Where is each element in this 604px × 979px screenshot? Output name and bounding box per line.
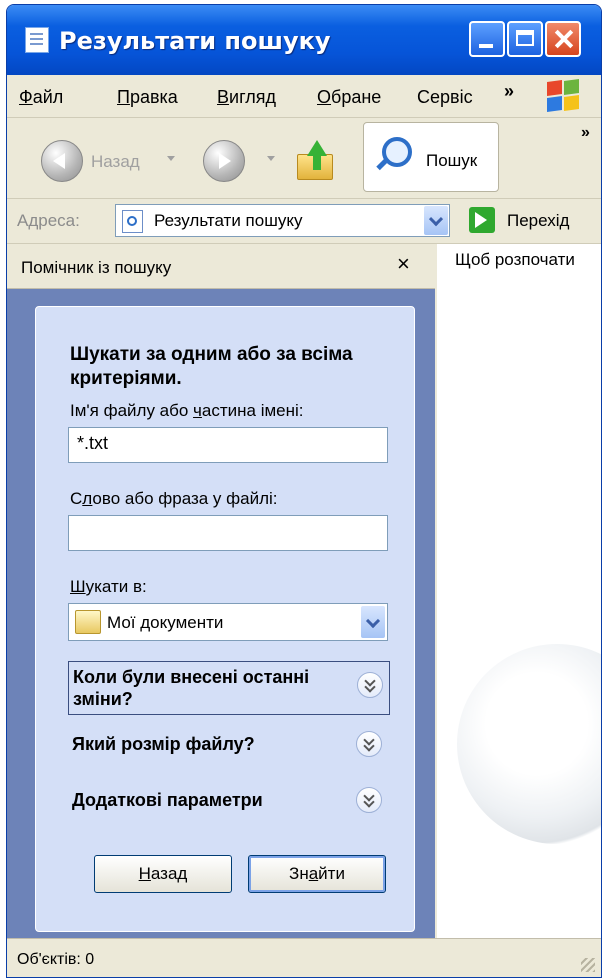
menu-file[interactable]: Файл: [19, 87, 63, 108]
back-arrow-icon[interactable]: [41, 140, 83, 182]
windows-logo-icon: [547, 78, 581, 113]
background-watermark: [457, 644, 601, 844]
expand-chevron-icon[interactable]: [357, 672, 383, 698]
menu-edit[interactable]: Правка: [117, 87, 178, 108]
pane-close-icon[interactable]: ×: [397, 251, 410, 277]
file-size-expander[interactable]: Який розмір файлу?: [68, 725, 390, 779]
maximize-button[interactable]: [507, 21, 543, 57]
search-results-window: Результати пошуку Файл Правка Вигляд Обр…: [6, 4, 602, 978]
address-bar: Адреса: Результати пошуку Перехід: [7, 199, 601, 244]
folder-up-icon[interactable]: [297, 140, 335, 180]
address-field[interactable]: Результати пошуку: [115, 204, 450, 237]
phrase-input[interactable]: [68, 515, 388, 551]
go-arrow-icon[interactable]: [469, 207, 495, 233]
look-in-value: Мої документи: [107, 613, 224, 632]
results-area: Щоб розпочати: [437, 244, 601, 938]
advanced-options-label: Додаткові параметри: [72, 790, 263, 810]
magnifier-icon: [374, 137, 412, 171]
file-size-label: Який розмір файлу?: [72, 734, 255, 754]
expand-chevron-icon[interactable]: [356, 787, 382, 813]
find-button[interactable]: Знайти: [248, 855, 386, 893]
close-button[interactable]: [545, 21, 581, 57]
look-in-label: Шукати в:: [70, 577, 147, 596]
search-criteria-card: Шукати за одним або за всіма критеріями.…: [35, 306, 415, 932]
search-button-label: Пошук: [426, 151, 478, 170]
back-history-dropdown-icon[interactable]: [167, 156, 175, 161]
window-title: Результати пошуку: [59, 27, 331, 55]
search-results-icon: [122, 210, 143, 233]
title-bar[interactable]: Результати пошуку: [7, 5, 601, 75]
search-button[interactable]: Пошук: [363, 122, 499, 192]
date-modified-label: Коли були внесені останні зміни?: [73, 667, 310, 709]
look-in-select[interactable]: Мої документи: [68, 603, 388, 641]
menu-bar: Файл Правка Вигляд Обране Сервіс »: [7, 75, 601, 118]
results-hint: Щоб розпочати: [455, 250, 575, 269]
object-count: Об'єктів: 0: [17, 951, 95, 968]
filename-input[interactable]: *.txt: [68, 427, 388, 463]
menu-tools[interactable]: Сервіс: [417, 87, 473, 108]
address-value: Результати пошуку: [154, 211, 303, 230]
minimize-button[interactable]: [469, 21, 505, 57]
toolbar: Назад Пошук »: [7, 118, 601, 199]
my-documents-folder-icon: [75, 610, 101, 634]
back-button[interactable]: Назад: [94, 855, 232, 893]
address-label: Адреса:: [17, 211, 80, 230]
forward-arrow-icon[interactable]: [203, 140, 245, 182]
criteria-heading: Шукати за одним або за всіма критеріями.: [70, 344, 353, 389]
go-button-label[interactable]: Перехід: [507, 211, 569, 231]
pane-header: Помічник із пошуку ×: [7, 244, 435, 289]
menu-favorites[interactable]: Обране: [317, 87, 381, 108]
expand-chevron-icon[interactable]: [356, 731, 382, 757]
date-modified-expander[interactable]: Коли були внесені останні зміни?: [68, 661, 390, 715]
status-bar: Об'єктів: 0: [7, 938, 601, 977]
toolbar-overflow-icon[interactable]: »: [581, 124, 590, 142]
resize-grip-icon[interactable]: [581, 958, 595, 972]
phrase-label: Слово або фраза у файлі:: [70, 489, 278, 508]
address-dropdown-icon[interactable]: [424, 206, 448, 235]
advanced-options-expander[interactable]: Додаткові параметри: [68, 781, 390, 835]
back-button-label[interactable]: Назад: [91, 152, 140, 172]
menu-overflow-icon[interactable]: »: [504, 81, 514, 102]
pane-title: Помічник із пошуку: [21, 258, 172, 277]
menu-view[interactable]: Вигляд: [217, 87, 276, 108]
filename-label: Ім'я файлу або частина імені:: [70, 401, 304, 420]
forward-history-dropdown-icon[interactable]: [267, 156, 275, 161]
window-document-icon: [25, 27, 49, 53]
look-in-dropdown-icon[interactable]: [361, 606, 385, 638]
search-companion-pane: Помічник із пошуку × Шукати за одним або…: [7, 244, 435, 938]
